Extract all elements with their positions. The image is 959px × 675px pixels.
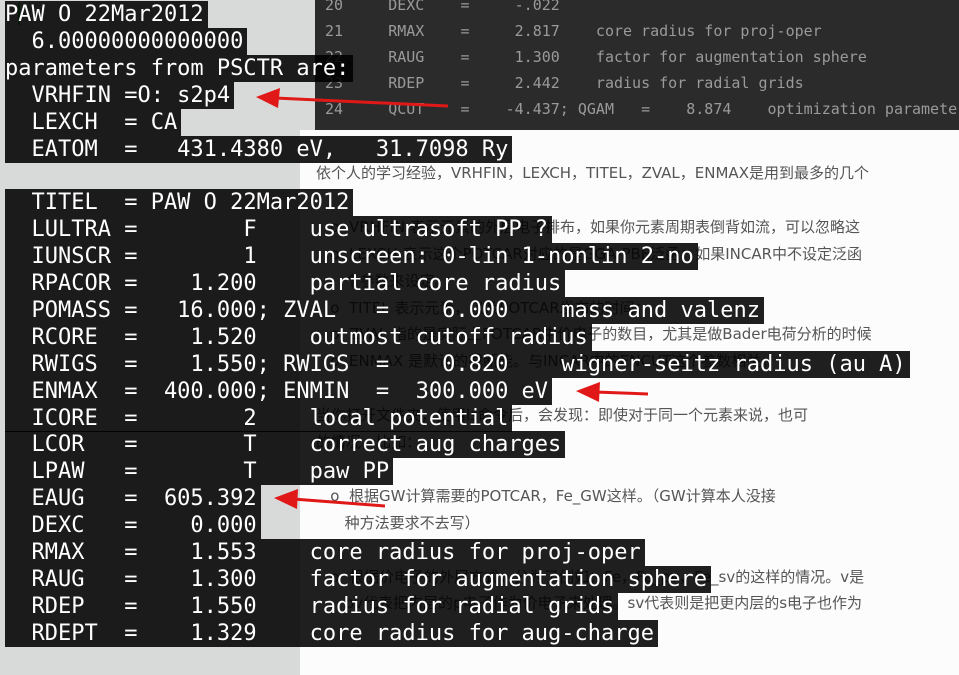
arrow-to-vrhfin-icon bbox=[256, 88, 449, 108]
arrow-to-eaug-icon bbox=[274, 489, 386, 509]
annotation-arrows bbox=[256, 88, 649, 509]
arrow-to-enmax-icon bbox=[576, 382, 649, 402]
